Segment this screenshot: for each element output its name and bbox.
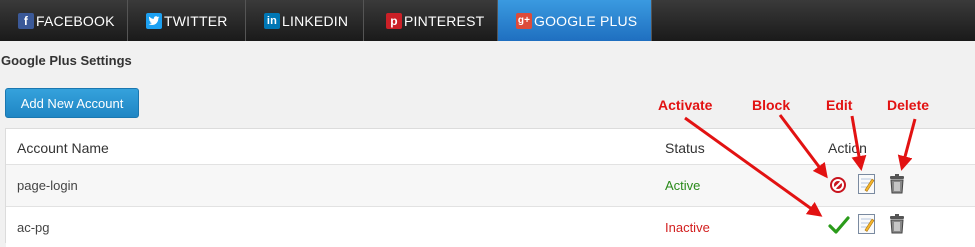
status-badge: Active — [665, 178, 701, 193]
linkedin-icon: in — [264, 12, 280, 29]
accounts-table: Account Name Status Action page-login Ac… — [5, 128, 975, 247]
tab-twitter[interactable]: TWITTER — [128, 0, 246, 41]
facebook-icon: f — [18, 12, 34, 29]
tab-label: TWITTER — [164, 12, 228, 29]
edit-icon[interactable] — [857, 173, 877, 194]
header-action: Action — [828, 140, 867, 156]
tab-facebook[interactable]: f FACEBOOK — [0, 0, 128, 41]
tab-pinterest[interactable]: p PINTEREST — [364, 0, 498, 41]
account-name: page-login — [17, 178, 78, 193]
google-plus-icon: g+ — [516, 12, 532, 29]
social-tab-bar: f FACEBOOK TWITTER in LINKEDIN p PINTERE… — [0, 0, 975, 41]
tab-label: FACEBOOK — [36, 12, 115, 29]
pinterest-icon: p — [386, 12, 402, 29]
add-new-account-button[interactable]: Add New Account — [5, 88, 139, 118]
status-badge: Inactive — [665, 220, 710, 235]
tab-label: LINKEDIN — [282, 12, 349, 29]
page-title: Google Plus Settings — [1, 53, 132, 68]
header-status: Status — [665, 140, 705, 156]
tab-google-plus[interactable]: g+ GOOGLE PLUS — [498, 0, 652, 41]
tab-linkedin[interactable]: in LINKEDIN — [246, 0, 364, 41]
block-icon[interactable] — [828, 175, 848, 195]
twitter-icon — [146, 12, 162, 29]
header-account-name: Account Name — [17, 140, 109, 156]
edit-icon[interactable] — [857, 213, 877, 234]
annotation-activate: Activate — [658, 97, 713, 113]
account-name: ac-pg — [17, 220, 50, 235]
tab-label: PINTEREST — [404, 12, 485, 29]
table-header-row: Account Name Status Action — [6, 129, 975, 165]
activate-check-icon[interactable] — [828, 215, 850, 235]
tab-label: GOOGLE PLUS — [534, 12, 638, 29]
table-row: ac-pg Inactive — [6, 207, 975, 247]
annotation-edit: Edit — [826, 97, 853, 113]
delete-icon[interactable] — [887, 213, 907, 234]
table-row: page-login Active — [6, 165, 975, 207]
annotation-delete: Delete — [887, 97, 930, 113]
annotation-block: Block — [752, 97, 791, 113]
delete-icon[interactable] — [887, 173, 907, 194]
